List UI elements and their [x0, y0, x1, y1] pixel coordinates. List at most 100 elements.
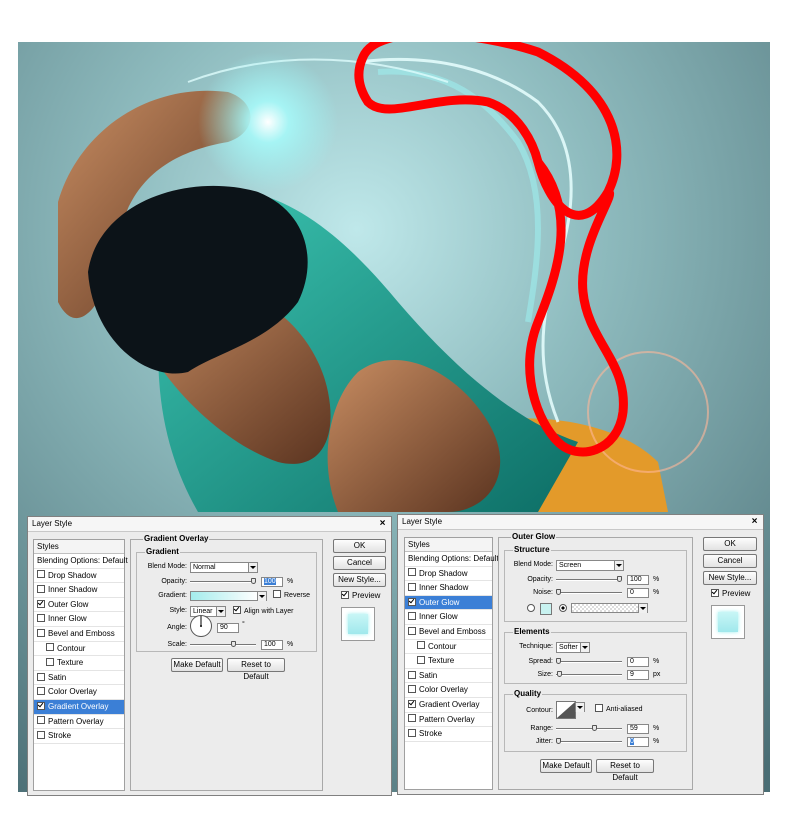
- style-item-pattern-overlay[interactable]: Pattern Overlay: [34, 715, 124, 730]
- opacity-slider[interactable]: [556, 576, 622, 584]
- glow-color-swatch[interactable]: [540, 603, 552, 615]
- style-item-bevel-and-emboss[interactable]: Bevel and Emboss: [34, 627, 124, 642]
- close-icon[interactable]: ×: [377, 518, 388, 529]
- checkbox-icon[interactable]: [37, 731, 45, 740]
- reset-to-default-button[interactable]: Reset to Default: [596, 759, 654, 782]
- style-item-color-overlay[interactable]: Color Overlay: [34, 685, 124, 700]
- checkbox-icon[interactable]: [408, 699, 416, 708]
- style-item-inner-shadow[interactable]: Inner Shadow: [34, 583, 124, 598]
- blend-mode-select[interactable]: Screen: [556, 560, 624, 571]
- style-item-gradient-overlay[interactable]: Gradient Overlay: [34, 699, 124, 715]
- styles-header[interactable]: Styles: [34, 540, 124, 554]
- style-item-bevel-and-emboss[interactable]: Bevel and Emboss: [405, 625, 492, 640]
- checkbox-icon[interactable]: [37, 687, 45, 696]
- styles-header[interactable]: Styles: [405, 538, 492, 552]
- style-item-satin[interactable]: Satin: [405, 669, 492, 684]
- style-item-gradient-overlay[interactable]: Gradient Overlay: [405, 698, 492, 713]
- style-item-contour[interactable]: Contour: [405, 640, 492, 655]
- checkbox-icon[interactable]: [37, 628, 45, 637]
- close-icon[interactable]: ×: [749, 516, 760, 527]
- spread-input[interactable]: 0: [627, 657, 649, 667]
- style-item-contour[interactable]: Contour: [34, 642, 124, 657]
- new-style-button[interactable]: New Style...: [703, 571, 757, 585]
- noise-slider-thumb[interactable]: [556, 589, 561, 595]
- checkbox-icon[interactable]: [37, 614, 45, 623]
- range-input[interactable]: 59: [627, 724, 649, 734]
- style-item-color-overlay[interactable]: Color Overlay: [405, 683, 492, 698]
- opacity-slider[interactable]: [190, 578, 256, 586]
- style-item-outer-glow[interactable]: Outer Glow: [405, 595, 492, 611]
- jitter-input[interactable]: 0: [627, 737, 649, 747]
- ok-button[interactable]: OK: [333, 539, 386, 553]
- checkbox-icon[interactable]: [408, 568, 416, 577]
- preview-checkbox[interactable]: Preview: [341, 590, 380, 600]
- checkbox-icon[interactable]: [46, 658, 54, 667]
- reverse-checkbox[interactable]: Reverse: [273, 590, 310, 599]
- style-item-texture[interactable]: Texture: [34, 656, 124, 671]
- angle-dial[interactable]: [189, 614, 213, 638]
- checkbox-icon[interactable]: [37, 672, 45, 681]
- style-item-drop-shadow[interactable]: Drop Shadow: [405, 567, 492, 582]
- checkbox-icon[interactable]: [37, 701, 45, 710]
- style-item-inner-glow[interactable]: Inner Glow: [34, 612, 124, 627]
- checkbox-icon[interactable]: [37, 716, 45, 725]
- range-slider[interactable]: [556, 725, 622, 733]
- anti-aliased-checkbox[interactable]: Anti-aliased: [595, 704, 643, 713]
- checkbox-icon[interactable]: [37, 585, 45, 594]
- range-slider-thumb[interactable]: [591, 725, 597, 731]
- style-item-texture[interactable]: Texture: [405, 654, 492, 669]
- spread-slider[interactable]: [556, 658, 622, 666]
- gradient-radio[interactable]: [559, 604, 567, 612]
- ok-button[interactable]: OK: [703, 537, 757, 551]
- make-default-button[interactable]: Make Default: [540, 759, 592, 773]
- opacity-input[interactable]: 100: [627, 575, 649, 585]
- style-item-drop-shadow[interactable]: Drop Shadow: [34, 569, 124, 584]
- noise-input[interactable]: 0: [627, 588, 649, 598]
- checkbox-icon[interactable]: [37, 570, 45, 579]
- technique-select[interactable]: Softer: [556, 642, 590, 653]
- scale-slider[interactable]: [190, 641, 256, 649]
- jitter-slider-thumb[interactable]: [556, 738, 561, 744]
- style-item-blending-options-default[interactable]: Blending Options: Default: [405, 552, 499, 567]
- cancel-button[interactable]: Cancel: [333, 556, 386, 570]
- blend-mode-select[interactable]: Normal: [190, 562, 258, 573]
- checkbox-icon[interactable]: [408, 670, 416, 679]
- checkbox-icon[interactable]: [417, 641, 425, 650]
- contour-dropdown[interactable]: [575, 702, 585, 712]
- scale-input[interactable]: 100: [261, 640, 283, 650]
- align-with-layer-checkbox[interactable]: Align with Layer: [233, 606, 293, 615]
- style-item-inner-glow[interactable]: Inner Glow: [405, 610, 492, 625]
- solid-color-radio[interactable]: [527, 604, 535, 612]
- jitter-slider[interactable]: [556, 738, 622, 746]
- opacity-slider-thumb[interactable]: [617, 576, 622, 582]
- size-slider-thumb[interactable]: [557, 671, 562, 677]
- new-style-button[interactable]: New Style...: [333, 573, 386, 587]
- noise-slider[interactable]: [556, 589, 622, 597]
- make-default-button[interactable]: Make Default: [171, 658, 223, 672]
- checkbox-icon[interactable]: [417, 656, 425, 665]
- checkbox-icon[interactable]: [408, 583, 416, 592]
- gradient-picker[interactable]: [190, 591, 258, 601]
- scale-slider-thumb[interactable]: [230, 641, 236, 647]
- checkbox-icon[interactable]: [408, 729, 416, 738]
- style-item-stroke[interactable]: Stroke: [405, 727, 492, 742]
- checkbox-icon[interactable]: [408, 597, 416, 606]
- checkbox-icon[interactable]: [408, 714, 416, 723]
- checkbox-icon[interactable]: [37, 599, 45, 608]
- checkbox-icon[interactable]: [46, 643, 54, 652]
- style-item-inner-shadow[interactable]: Inner Shadow: [405, 581, 492, 596]
- style-item-blending-options-default[interactable]: Blending Options: Default: [34, 554, 128, 569]
- style-item-satin[interactable]: Satin: [34, 671, 124, 686]
- checkbox-icon[interactable]: [408, 685, 416, 694]
- size-slider[interactable]: [556, 671, 622, 679]
- reset-to-default-button[interactable]: Reset to Default: [227, 658, 285, 681]
- checkbox-icon[interactable]: [408, 612, 416, 621]
- angle-input[interactable]: 90: [217, 623, 239, 633]
- preview-checkbox[interactable]: Preview: [711, 588, 750, 598]
- opacity-slider-thumb[interactable]: [251, 578, 256, 584]
- style-item-stroke[interactable]: Stroke: [34, 729, 124, 744]
- style-item-outer-glow[interactable]: Outer Glow: [34, 598, 124, 613]
- opacity-input[interactable]: 100: [261, 577, 283, 587]
- spread-slider-thumb[interactable]: [556, 658, 561, 664]
- checkbox-icon[interactable]: [408, 626, 416, 635]
